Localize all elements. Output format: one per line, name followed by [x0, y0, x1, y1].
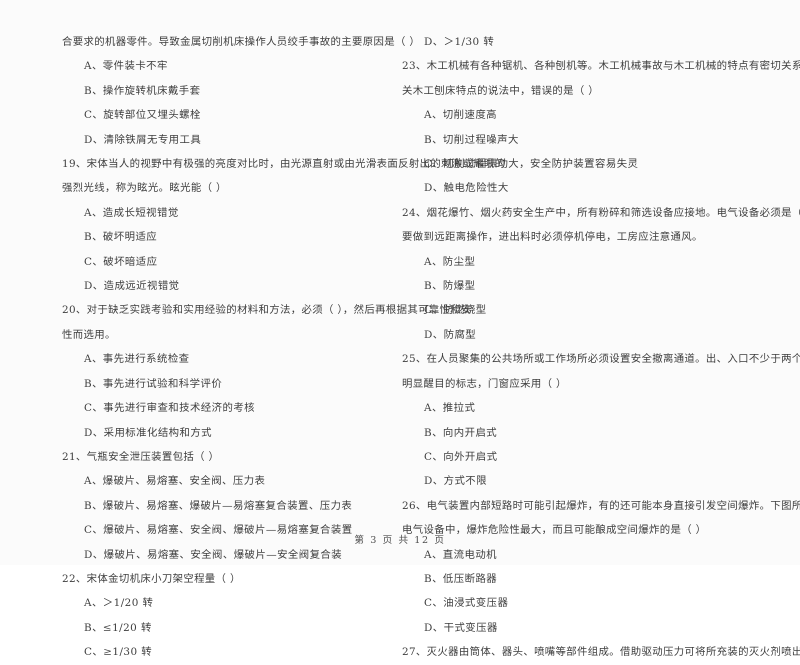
answer-option[interactable]: C、事先进行审查和技术经济的考核 [62, 396, 400, 420]
answer-option[interactable]: B、事先进行试验和科学评价 [62, 372, 400, 396]
answer-option[interactable]: B、爆破片、易熔塞、爆破片—易熔塞复合装置、压力表 [62, 494, 400, 518]
question-block: 20、对于缺乏实践考验和实用经验的材料和方法，必须（ ），然后再根据其可靠性和安… [62, 298, 472, 445]
question-block: 25、在人员聚集的公共场所或工作场所必须设置安全撤离通道。出、入口不少于两个，并… [402, 347, 800, 493]
question-block: 21、气瓶安全泄压装置包括（ ） A、爆破片、易熔塞、安全阀、压力表 B、爆破片、易… [62, 445, 400, 567]
answer-option[interactable]: C、防燃烧型 [402, 298, 800, 322]
answer-option[interactable]: B、向内开启式 [402, 421, 800, 445]
answer-option[interactable]: D、触电危险性大 [402, 176, 800, 200]
question-stem: 20、对于缺乏实践考验和实用经验的材料和方法，必须（ ），然后再根据其可靠性和安 [62, 304, 472, 317]
question-block: A、零件装卡不牢 B、操作旋转机床戴手套 C、旋转部位又埋头螺栓 D、清除铁屑无专用工… [62, 54, 400, 152]
answer-option[interactable]: A、防尘型 [402, 250, 800, 274]
answer-option[interactable]: B、低压断路器 [402, 567, 800, 591]
answer-option[interactable]: D、采用标准化结构和方式 [62, 421, 400, 445]
answer-option[interactable]: D、爆破片、易熔塞、安全阀、爆破片—安全阀复合装 [62, 543, 400, 567]
right-column: D、＞1/30 转 23、木工机械有各种锯机、各种刨机等。木工机械事故与木工机械的… [400, 30, 800, 658]
question-stem: 26、电气装置内部短路时可能引起爆炸，有的还可能本身直接引发空间爆炸。下图所示的… [402, 499, 800, 512]
question-stem: 21、气瓶安全泄压装置包括（ ） [62, 450, 220, 463]
answer-option[interactable]: C、切削过程振动大，安全防护装置容易失灵 [402, 152, 800, 176]
answer-option[interactable]: A、爆破片、易熔塞、安全阀、压力表 [62, 469, 400, 493]
question-stem-continuation: 关木工刨床特点的说法中，错误的是（ ） [402, 84, 599, 97]
answer-option[interactable]: C、旋转部位又埋头螺栓 [62, 103, 400, 127]
answer-option[interactable]: A、直流电动机 [402, 543, 800, 567]
answer-option[interactable]: D、清除铁屑无专用工具 [62, 128, 400, 152]
answer-option[interactable]: B、切削过程噪声大 [402, 128, 800, 152]
question-block: 23、木工机械有各种锯机、各种刨机等。木工机械事故与木工机械的特点有密切关系。下… [402, 54, 800, 200]
question-block: 27、灭火器由筒体、器头、喷嘴等部件组成。借助驱动压力可将所充装的灭火剂喷出。灭… [402, 640, 800, 664]
answer-option[interactable]: D、干式变压器 [402, 616, 800, 640]
question-stem: 23、木工机械有各种锯机、各种刨机等。木工机械事故与木工机械的特点有密切关系。下… [402, 60, 800, 73]
answer-option[interactable]: A、＞1/20 转 [62, 591, 400, 615]
question-stem: 27、灭火器由筒体、器头、喷嘴等部件组成。借助驱动压力可将所充装的灭火剂喷出。灭… [402, 646, 800, 659]
exam-page: 合要求的机器零件。导致金属切削机床操作人员绞手事故的主要原因是（ ） A、零件装卡… [0, 0, 800, 658]
question-block: 24、烟花爆竹、烟火药安全生产中，所有粉碎和筛选设备应接地。电气设备必须是（ ）… [402, 201, 800, 347]
answer-option[interactable]: C、向外开启式 [402, 445, 800, 469]
question-stem: 24、烟花爆竹、烟火药安全生产中，所有粉碎和筛选设备应接地。电气设备必须是（ ）… [402, 206, 800, 219]
question-stem: 22、宋体金切机床小刀架空程量（ ） [62, 572, 241, 585]
question-stem-continuation: 要做到远距离操作，进出料时必须停机停电，工房应注意通风。 [402, 231, 703, 244]
answer-option[interactable]: A、零件装卡不牢 [62, 54, 400, 78]
question-block: 19、宋体当人的视野中有极强的亮度对比时，由光源直射或由光滑表面反射出的刺激或耀… [62, 152, 506, 298]
answer-option[interactable]: B、防爆型 [402, 274, 800, 298]
answer-option[interactable]: D、防腐型 [402, 323, 800, 347]
question-block: D、＞1/30 转 [402, 30, 800, 54]
question-block: 22、宋体金切机床小刀架空程量（ ） A、＞1/20 转 B、≤1/20 转 C、≥1… [62, 567, 400, 665]
question-block: 合要求的机器零件。导致金属切削机床操作人员绞手事故的主要原因是（ ） [62, 30, 421, 54]
answer-option[interactable]: B、破坏明适应 [62, 225, 400, 249]
question-stem: 25、在人员聚集的公共场所或工作场所必须设置安全撤离通道。出、入口不少于两个，并… [402, 353, 800, 366]
question-stem-continuation: 明显醒目的标志，门窗应采用（ ） [402, 377, 567, 390]
answer-option[interactable]: C、油浸式变压器 [402, 591, 800, 615]
answer-option[interactable]: A、事先进行系统检查 [62, 347, 400, 371]
page-columns: 合要求的机器零件。导致金属切削机床操作人员绞手事故的主要原因是（ ） A、零件装卡… [0, 30, 800, 658]
answer-option[interactable]: D、＞1/30 转 [402, 30, 800, 54]
question-stem: 19、宋体当人的视野中有极强的亮度对比时，由光源直射或由光滑表面反射出的刺激或耀… [62, 158, 506, 171]
page-footer: 第 3 页 共 12 页 [354, 535, 446, 546]
answer-option[interactable]: A、切削速度高 [402, 103, 800, 127]
left-column: 合要求的机器零件。导致金属切削机床操作人员绞手事故的主要原因是（ ） A、零件装卡… [0, 30, 506, 658]
answer-option[interactable]: D、造成远近视错觉 [62, 274, 400, 298]
question-stem-continuation: 强烈光线，称为眩光。眩光能（ ） [62, 182, 227, 195]
question-stem-continuation: 性而选用。 [62, 328, 116, 341]
question-stem: 合要求的机器零件。导致金属切削机床操作人员绞手事故的主要原因是（ ） [62, 36, 421, 48]
answer-option[interactable]: C、破坏暗适应 [62, 250, 400, 274]
answer-option[interactable]: B、操作旋转机床戴手套 [62, 79, 400, 103]
answer-option[interactable]: A、推拉式 [402, 396, 800, 420]
answer-option[interactable]: A、造成长短视错觉 [62, 201, 400, 225]
answer-option[interactable]: B、≤1/20 转 [62, 616, 400, 640]
answer-option[interactable]: D、方式不限 [402, 469, 800, 493]
answer-option[interactable]: C、≥1/30 转 [62, 640, 400, 664]
question-block: 26、电气装置内部短路时可能引起爆炸，有的还可能本身直接引发空间爆炸。下图所示的… [402, 494, 800, 640]
